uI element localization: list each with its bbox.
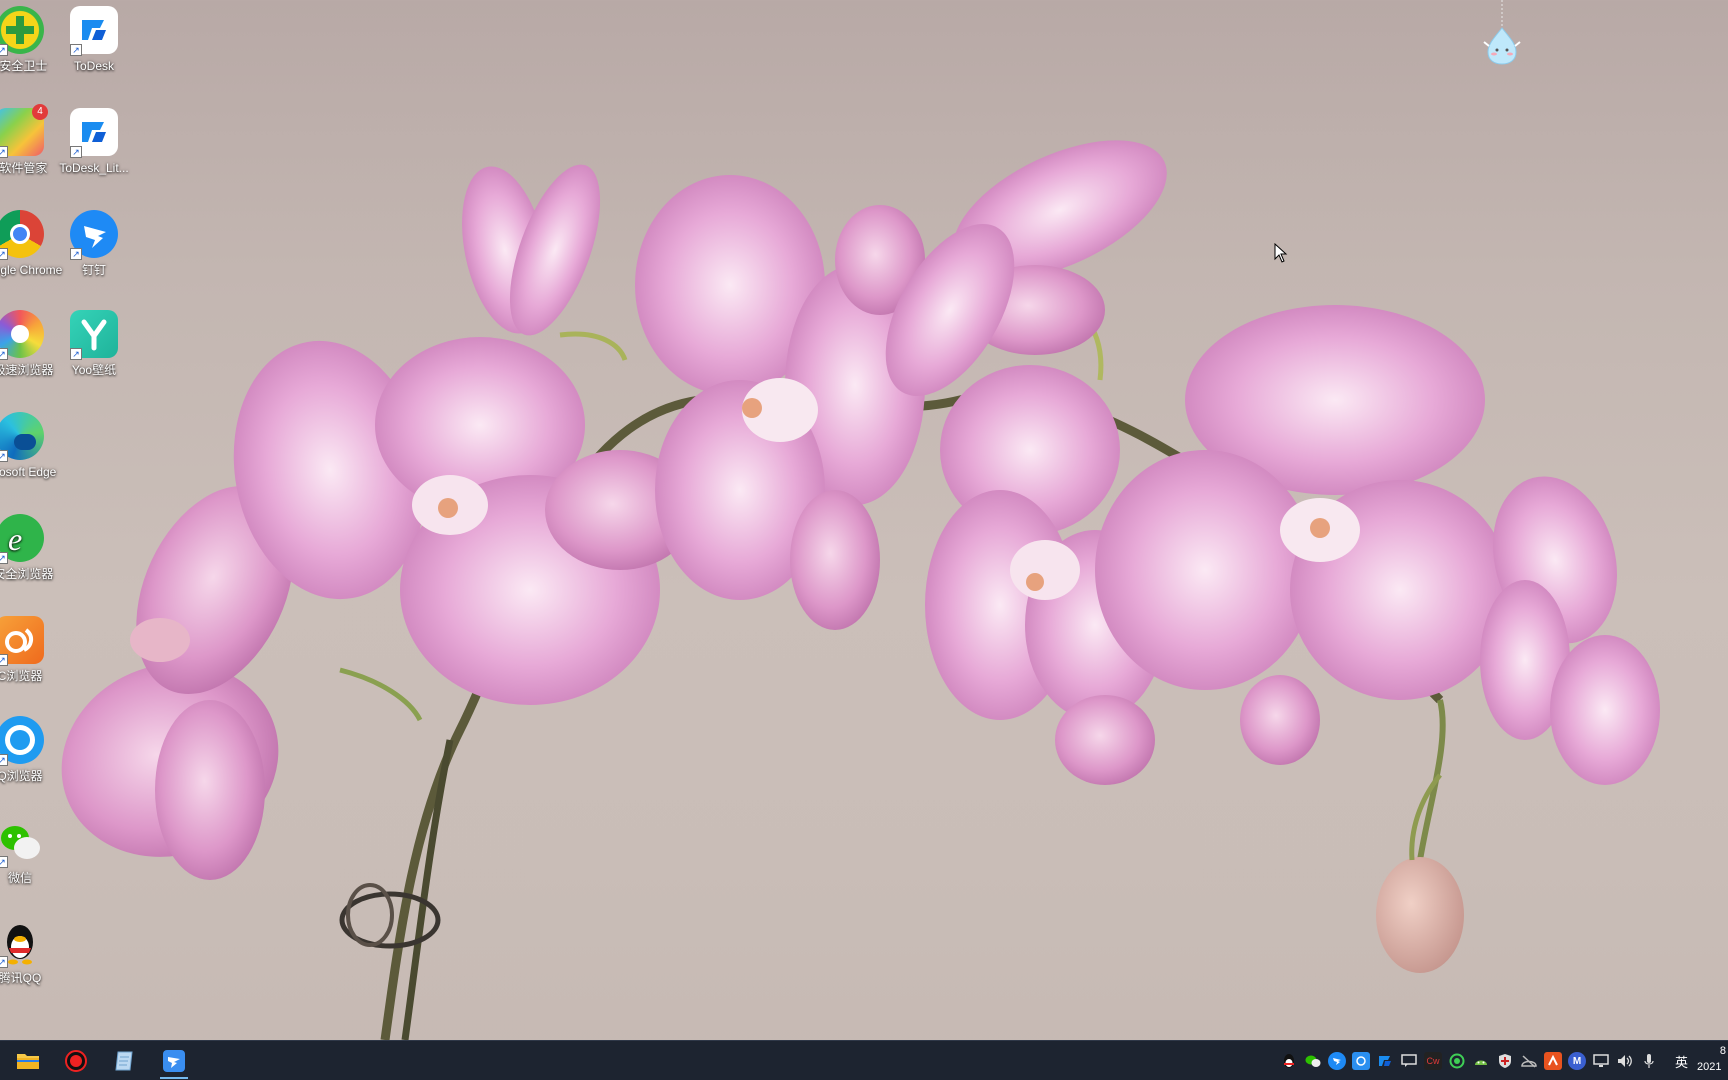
qq-browser-icon: ↗ (0, 716, 44, 766)
wechat-icon[interactable] (1304, 1052, 1322, 1070)
shortcut-arrow-icon: ↗ (0, 348, 8, 360)
shortcut-arrow-icon: ↗ (0, 956, 8, 968)
desktop-icon-wechat[interactable]: ↗ 微信 (0, 818, 66, 886)
secure-browser-icon: e ↗ (0, 514, 44, 564)
taskbar-notepad[interactable] (104, 1045, 144, 1077)
desktop-icon-microsoft-edge[interactable]: ↗ licrosoft Edge (0, 412, 66, 480)
desktop-icon-360-secure-browser[interactable]: e ↗ 0安全浏览器 (0, 514, 66, 582)
shortcut-arrow-icon: ↗ (0, 450, 8, 462)
desktop-icon-label: ToDesk_Lit... (59, 161, 129, 175)
qq-penguin-icon: ↗ (0, 918, 44, 968)
desktop-icon-label: 腾讯QQ (0, 971, 42, 985)
input-method-indicator[interactable]: 英 (1675, 1052, 1688, 1071)
notepad-icon (115, 1051, 133, 1071)
desktop-icon-label: 0安全浏览器 (0, 567, 54, 581)
screen-recorder-icon (65, 1050, 87, 1072)
clock-time: 8 (1719, 1045, 1726, 1057)
desktop-icon-qq-browser[interactable]: ↗ Q浏览器 (0, 716, 66, 784)
m-icon[interactable]: M (1568, 1052, 1586, 1070)
taskbar: Cw M 英 8 2021 (0, 1040, 1728, 1080)
desktop-icon-dingtalk[interactable]: ↗ 钉钉 (48, 210, 140, 278)
todesk-icon: ↗ (70, 6, 118, 56)
dingtalk-icon[interactable] (1328, 1052, 1346, 1070)
water-drop-widget[interactable] (1480, 0, 1524, 66)
shortcut-arrow-icon: ↗ (0, 146, 8, 158)
wechat-icon: ↗ (0, 818, 44, 868)
svg-text:e: e (8, 521, 22, 557)
desktop-wallpaper (61, 140, 1660, 1040)
shortcut-arrow-icon: ↗ (70, 248, 82, 260)
desktop-icon-uc-browser[interactable]: ↗ C浏览器 (0, 616, 66, 684)
file-explorer-icon (17, 1054, 39, 1069)
shortcut-arrow-icon: ↗ (0, 654, 8, 666)
software-manager-icon: 4 ↗ (0, 104, 48, 158)
shortcut-arrow-icon: ↗ (0, 248, 8, 260)
taskbar-feishu[interactable] (154, 1045, 194, 1079)
shortcut-arrow-icon: ↗ (0, 44, 8, 56)
volume-icon[interactable] (1616, 1052, 1634, 1070)
shield-plus-icon: ↗ (0, 6, 44, 56)
microphone-icon[interactable] (1640, 1052, 1658, 1070)
network-off-icon[interactable] (1520, 1052, 1538, 1070)
shortcut-arrow-icon: ↗ (70, 146, 82, 158)
desktop-icon-label: 微信 (7, 871, 32, 885)
mouse-cursor-icon (1274, 242, 1288, 268)
cw-icon[interactable]: Cw (1424, 1052, 1442, 1070)
security-icon[interactable] (1496, 1052, 1514, 1070)
office-icon[interactable] (1544, 1052, 1562, 1070)
shortcut-arrow-icon: ↗ (0, 552, 8, 564)
taskbar-screen-recorder[interactable] (56, 1045, 96, 1077)
desktop-icon-label: 钉钉 (81, 263, 106, 277)
desktop-icon-todesk-lite[interactable]: ↗ ToDesk_Lit... (48, 108, 140, 176)
message-icon[interactable] (1400, 1052, 1418, 1070)
uc-browser-icon: ↗ (0, 616, 44, 666)
clock-date: 2021 (1697, 1061, 1722, 1073)
feishu-icon (163, 1050, 185, 1072)
taskbar-clock[interactable]: 8 2021 (1692, 1043, 1728, 1079)
todesk-lite-icon: ↗ (70, 108, 118, 158)
edge-icon: ↗ (0, 412, 44, 462)
desktop-icon-label: C浏览器 (0, 669, 43, 683)
yoo-wallpaper-icon: ↗ (70, 310, 118, 360)
taskbar-file-explorer[interactable] (8, 1045, 48, 1077)
desktop-icon-label: Q浏览器 (0, 769, 43, 783)
todesk-tray-icon[interactable] (1376, 1052, 1394, 1070)
shortcut-arrow-icon: ↗ (70, 44, 82, 56)
android-icon[interactable] (1472, 1052, 1490, 1070)
dingtalk-icon: ↗ (70, 210, 118, 260)
desktop-icon-label: Yoo壁纸 (71, 363, 117, 377)
shortcut-arrow-icon: ↗ (70, 348, 82, 360)
qq-icon[interactable] (1280, 1052, 1298, 1070)
desktop-icon-tencent-qq[interactable]: ↗ 腾讯QQ (0, 918, 66, 986)
shortcut-arrow-icon: ↗ (0, 856, 8, 868)
green-circle-icon[interactable] (1448, 1052, 1466, 1070)
desktop-icon-label: licrosoft Edge (0, 465, 57, 479)
shortcut-arrow-icon: ↗ (0, 754, 8, 766)
desktop-icon-yoo-wallpaper[interactable]: ↗ Yoo壁纸 (48, 310, 140, 378)
system-tray: Cw M (1280, 1041, 1658, 1080)
browser-tray-icon[interactable] (1352, 1052, 1370, 1070)
notification-badge: 4 (32, 104, 48, 120)
desktop-icon-label: ToDesk (73, 59, 114, 73)
display-icon[interactable] (1592, 1052, 1610, 1070)
chrome-icon: ↗ (0, 210, 44, 260)
speed-browser-icon: ↗ (0, 310, 44, 360)
desktop-icon-todesk[interactable]: ↗ ToDesk (48, 6, 140, 74)
